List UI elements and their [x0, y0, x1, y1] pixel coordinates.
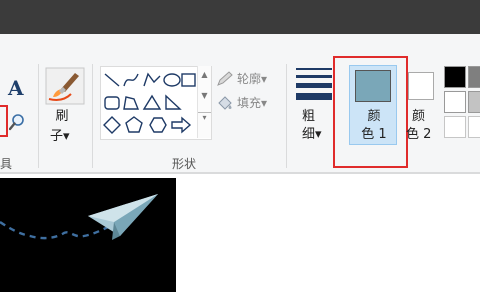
scroll-down-icon[interactable]: ▼	[198, 91, 211, 100]
polyline-shape-icon	[143, 72, 161, 87]
brush-dropdown[interactable]: 子▾	[50, 125, 80, 144]
scroll-up-icon[interactable]: ▲	[198, 70, 211, 79]
brush-icon[interactable]	[45, 67, 85, 105]
gallery-expand-icon[interactable]: ▾	[198, 112, 211, 122]
paint-window: A 具 刷 子▾ ▲ ▼ ▾ 轮廓▾ 填充▾ 形状 粗 细▾ 颜 色 1 颜 色…	[0, 0, 480, 300]
ribbon-divider	[92, 64, 93, 168]
diamond-shape-icon	[103, 116, 121, 134]
color-2-button[interactable]: 颜 色 2	[406, 108, 431, 144]
shapes-row-2	[104, 94, 182, 110]
fill-bucket-icon	[218, 96, 232, 110]
shapes-group-label: 形状	[172, 157, 197, 171]
highlight-box-color-1	[333, 56, 408, 168]
color-2-label-2: 色 2	[406, 127, 432, 142]
palette-swatch[interactable]	[444, 66, 466, 88]
palette-swatch[interactable]	[468, 116, 480, 138]
hexagon-shape-icon	[149, 117, 167, 133]
palette-swatch[interactable]	[444, 91, 466, 113]
size-label: 粗	[302, 109, 316, 124]
right-triangle-shape-icon	[165, 94, 182, 110]
arrow-shape-icon	[171, 116, 192, 134]
size-button[interactable]: 粗 细▾	[302, 108, 322, 144]
shape-outline-button[interactable]: 轮廓▾	[237, 70, 267, 87]
curve-shape-icon	[123, 73, 139, 87]
stroke-width-icon[interactable]	[296, 68, 332, 105]
shapes-row-1	[104, 72, 196, 87]
color-2-label: 颜	[412, 109, 426, 124]
title-bar	[0, 0, 480, 34]
rectangle-shape-icon	[181, 73, 196, 87]
magnifier-icon[interactable]	[9, 114, 25, 132]
tools-group-label: 具	[0, 157, 13, 171]
shapes-gallery-scroll[interactable]: ▲ ▼ ▾	[197, 66, 211, 138]
size-label-2: 细▾	[302, 127, 322, 142]
ribbon-divider	[286, 64, 287, 168]
shape-fill-button[interactable]: 填充▾	[237, 94, 267, 111]
brush-label-2: 子▾	[50, 129, 70, 144]
ribbon-divider	[38, 64, 39, 168]
highlight-box-tools	[0, 105, 8, 137]
triangle-shape-icon	[142, 94, 162, 110]
palette-swatch[interactable]	[444, 116, 466, 138]
palette-swatch[interactable]	[468, 91, 480, 113]
palette-swatch[interactable]	[468, 66, 480, 88]
drawing-canvas[interactable]	[0, 178, 176, 292]
line-shape-icon	[104, 73, 120, 87]
oval-shape-icon	[163, 73, 181, 87]
brush-button[interactable]: 刷	[50, 108, 74, 125]
rounded-rect-shape-icon	[104, 96, 120, 110]
color-2-swatch[interactable]	[408, 72, 434, 100]
pentagon-shape-icon	[125, 116, 143, 133]
shapes-row-3	[103, 116, 192, 134]
text-tool-button[interactable]: A	[8, 76, 24, 100]
outline-pencil-icon	[217, 71, 233, 86]
polygon-shape-icon	[123, 96, 140, 110]
brush-label: 刷	[55, 109, 69, 124]
